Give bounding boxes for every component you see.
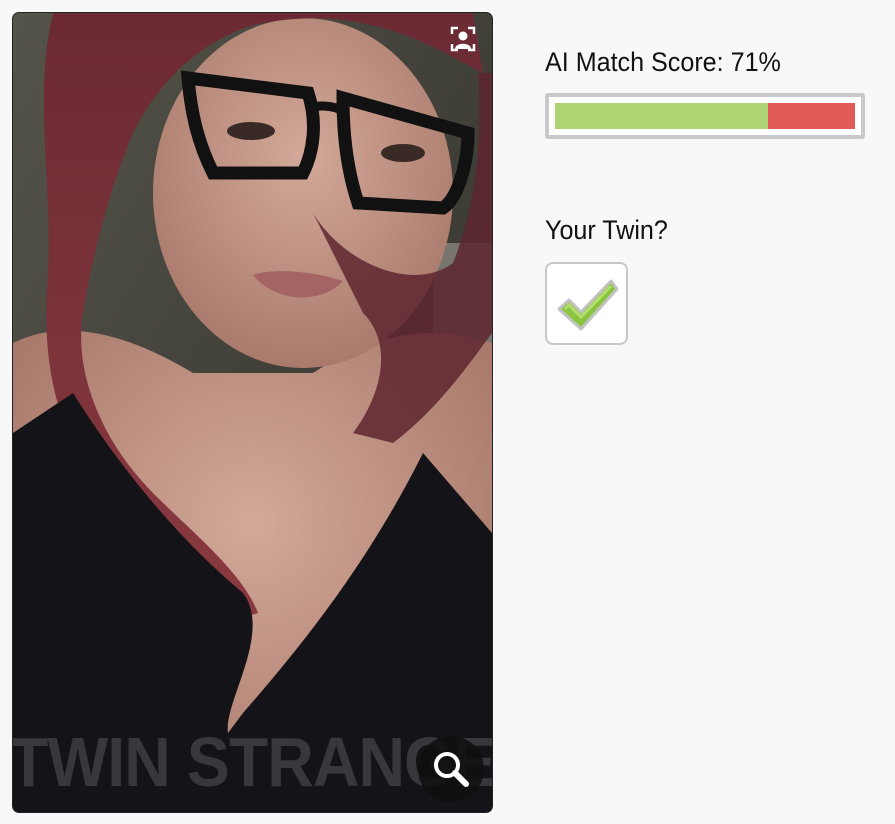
your-twin-checkbox[interactable] xyxy=(545,262,628,345)
face-detect-icon[interactable] xyxy=(449,25,477,53)
checkmark-icon xyxy=(557,279,619,331)
match-score-track xyxy=(555,103,855,129)
zoom-button[interactable] xyxy=(418,736,484,802)
match-photo xyxy=(13,13,492,812)
match-photo-card[interactable]: TWIN STRANGERS xyxy=(12,12,493,813)
match-score-fill xyxy=(555,103,768,129)
match-score-label: AI Match Score: 71% xyxy=(545,47,781,77)
match-score-bar xyxy=(545,93,865,139)
your-twin-label: Your Twin? xyxy=(545,215,668,245)
magnifier-icon xyxy=(434,752,469,787)
